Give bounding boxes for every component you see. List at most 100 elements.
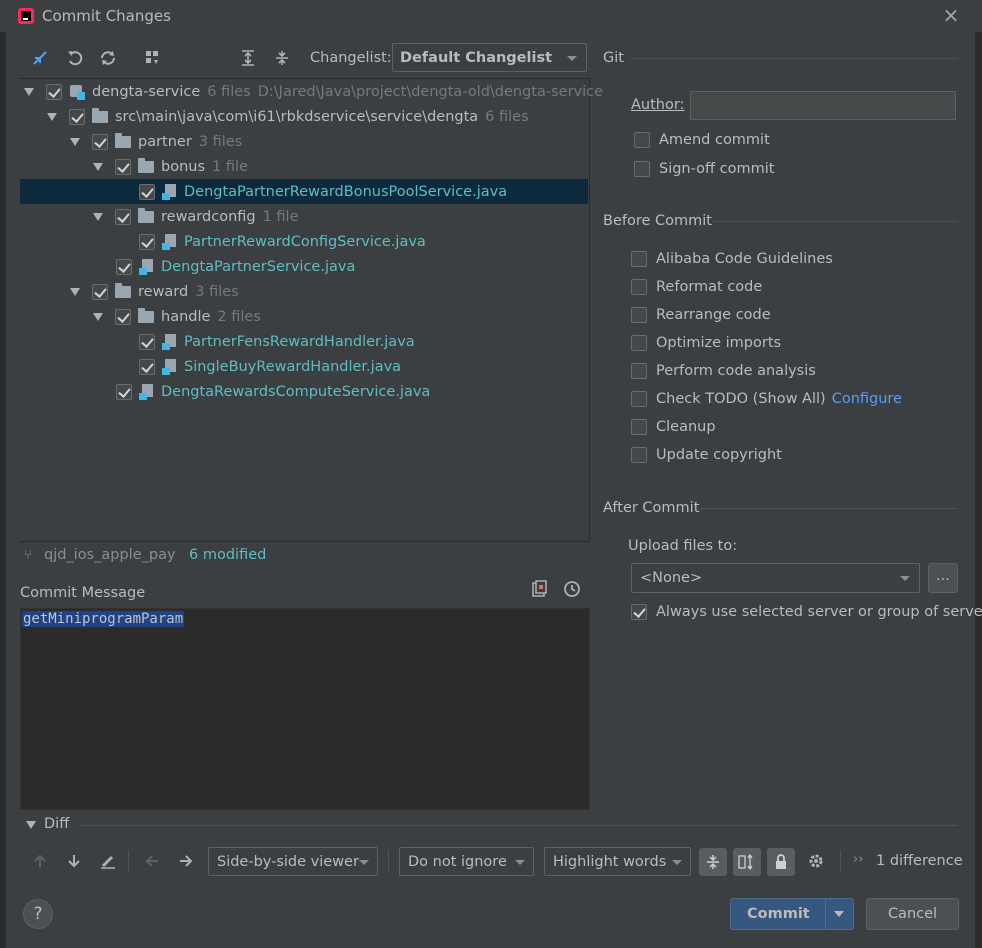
tree-row-selected[interactable]: DengtaPartnerRewardBonusPoolService.java — [20, 179, 588, 204]
configure-link[interactable]: Configure — [832, 391, 902, 407]
show-diff-icon[interactable] — [29, 47, 51, 69]
java-file-icon — [162, 333, 177, 350]
tree-row[interactable]: reward 3 files — [70, 279, 239, 304]
tree-row[interactable]: dengta-service 6 files D:\Jared\Java\pro… — [24, 79, 603, 104]
checkbox[interactable] — [631, 335, 647, 351]
previous-difference-icon[interactable] — [29, 850, 51, 872]
tree-row[interactable]: partner 3 files — [70, 129, 242, 154]
folder-icon — [115, 132, 131, 148]
tree-row[interactable]: PartnerRewardConfigService.java — [139, 229, 426, 254]
tree-row[interactable]: DengtaRewardsComputeService.java — [116, 379, 430, 404]
include-checkbox[interactable] — [92, 133, 108, 150]
commit-template-icon[interactable] — [530, 580, 550, 600]
diff-collapse-arrow-icon[interactable] — [26, 821, 36, 829]
expand-arrow-icon[interactable] — [70, 137, 80, 146]
include-checkbox[interactable] — [92, 283, 108, 300]
refresh-icon[interactable] — [97, 47, 119, 69]
tree-row[interactable]: src\main\java\com\i61\rbkdservice\servic… — [47, 104, 529, 129]
include-checkbox[interactable] — [139, 358, 155, 375]
tree-row[interactable]: bonus 1 file — [93, 154, 248, 179]
browse-servers-button[interactable]: ... — [928, 563, 958, 593]
collapse-all-icon[interactable] — [271, 47, 293, 69]
changelist-dropdown[interactable]: Default Changelist — [392, 43, 587, 72]
tree-row[interactable]: DengtaPartnerService.java — [116, 254, 355, 279]
author-input[interactable] — [690, 91, 956, 120]
edit-source-icon[interactable] — [97, 850, 119, 872]
checkbox[interactable] — [631, 251, 647, 267]
expand-arrow-icon[interactable] — [70, 287, 80, 296]
lock-icon[interactable] — [767, 848, 795, 876]
back-icon[interactable] — [141, 850, 163, 872]
rollback-icon[interactable] — [64, 47, 86, 69]
expand-arrow-icon[interactable] — [93, 162, 103, 171]
tree-row[interactable]: SingleBuyRewardHandler.java — [139, 354, 401, 379]
expand-all-icon[interactable] — [237, 47, 259, 69]
java-file-icon — [162, 233, 177, 250]
include-checkbox[interactable] — [69, 108, 85, 125]
chevron-down-icon — [900, 576, 910, 581]
include-checkbox[interactable] — [115, 158, 131, 175]
history-clock-icon[interactable] — [563, 580, 583, 600]
help-button[interactable]: ? — [23, 899, 53, 929]
checkbox[interactable] — [634, 132, 650, 148]
group-by-icon[interactable] — [142, 47, 164, 69]
java-file-icon — [162, 358, 177, 375]
commit-button[interactable]: Commit — [730, 898, 854, 930]
collapse-unchanged-icon[interactable] — [699, 848, 727, 876]
checkbox[interactable] — [631, 604, 647, 620]
include-checkbox[interactable] — [116, 258, 132, 275]
include-checkbox[interactable] — [139, 183, 155, 200]
sync-scroll-icon[interactable] — [733, 848, 761, 876]
cleanup-checkbox[interactable]: Cleanup — [631, 419, 716, 435]
check-todo-checkbox[interactable]: Check TODO (Show All) Configure — [631, 391, 902, 407]
checkbox[interactable] — [631, 447, 647, 463]
amend-commit-checkbox[interactable]: Amend commit — [634, 132, 770, 148]
checkbox[interactable] — [631, 307, 647, 323]
include-checkbox[interactable] — [116, 383, 132, 400]
ignore-whitespace-dropdown[interactable]: Do not ignore — [399, 847, 534, 876]
close-button[interactable]: × — [940, 4, 962, 26]
include-checkbox[interactable] — [115, 208, 131, 225]
expand-arrow-icon[interactable] — [93, 212, 103, 221]
more-actions-icon[interactable]: ›› — [853, 852, 863, 867]
optimize-imports-checkbox[interactable]: Optimize imports — [631, 335, 781, 351]
checkbox[interactable] — [634, 161, 650, 177]
rearrange-code-checkbox[interactable]: Rearrange code — [631, 307, 771, 323]
tree-row[interactable]: PartnerFensRewardHandler.java — [139, 329, 415, 354]
expand-arrow-icon[interactable] — [24, 87, 34, 96]
expand-arrow-icon[interactable] — [47, 112, 57, 121]
author-label: Author: — [631, 97, 684, 113]
checkbox[interactable] — [631, 391, 647, 407]
upload-server-dropdown[interactable]: <None> — [631, 563, 920, 593]
perform-code-analysis-checkbox[interactable]: Perform code analysis — [631, 363, 816, 379]
checkbox[interactable] — [631, 279, 647, 295]
cancel-button[interactable]: Cancel — [866, 898, 959, 930]
reformat-code-checkbox[interactable]: Reformat code — [631, 279, 762, 295]
chevron-down-icon — [359, 860, 369, 865]
tree-row[interactable]: rewardconfig 1 file — [93, 204, 299, 229]
upload-server-value: <None> — [640, 570, 703, 586]
highlight-mode-dropdown[interactable]: Highlight words — [544, 847, 691, 876]
modified-count[interactable]: 6 modified — [189, 547, 266, 563]
diff-title[interactable]: Diff — [44, 816, 69, 832]
checkbox[interactable] — [631, 419, 647, 435]
java-file-icon — [162, 183, 177, 200]
signoff-commit-checkbox[interactable]: Sign-off commit — [634, 161, 774, 177]
forward-icon[interactable] — [175, 850, 197, 872]
commit-message-textarea[interactable]: getMiniprogramParam — [20, 608, 590, 810]
include-checkbox[interactable] — [115, 308, 131, 325]
checkbox[interactable] — [631, 363, 647, 379]
gear-icon[interactable] — [805, 850, 827, 872]
include-checkbox[interactable] — [46, 83, 62, 100]
update-copyright-checkbox[interactable]: Update copyright — [631, 447, 782, 463]
include-checkbox[interactable] — [139, 333, 155, 350]
include-checkbox[interactable] — [139, 233, 155, 250]
expand-arrow-icon[interactable] — [93, 312, 103, 321]
next-difference-icon[interactable] — [63, 850, 85, 872]
viewer-mode-dropdown[interactable]: Side-by-side viewer — [208, 847, 378, 876]
changes-tree[interactable]: dengta-service 6 files D:\Jared\Java\pro… — [20, 78, 603, 542]
tree-row[interactable]: handle 2 files — [93, 304, 261, 329]
alibaba-guidelines-checkbox[interactable]: Alibaba Code Guidelines — [631, 251, 833, 267]
always-use-server-checkbox[interactable]: Always use selected server or group of s… — [631, 604, 982, 620]
commit-options-arrow-icon[interactable] — [834, 911, 844, 917]
